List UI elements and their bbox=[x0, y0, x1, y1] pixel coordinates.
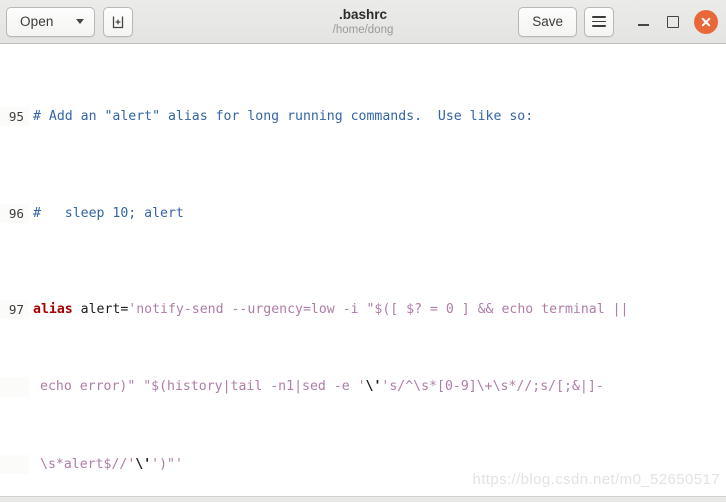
hamburger-menu-icon bbox=[592, 15, 606, 28]
line-content: # Add an "alert" alias for long running … bbox=[29, 107, 533, 126]
page-subtitle: /home/dong bbox=[332, 23, 394, 36]
header-bar: Open .bashrc /home/dong Save bbox=[0, 0, 726, 44]
line-content: # sleep 10; alert bbox=[29, 204, 184, 223]
line-content: \s*alert$//'\'')"' bbox=[29, 455, 183, 474]
open-button-group[interactable]: Open bbox=[6, 6, 96, 37]
minimize-button[interactable] bbox=[628, 7, 658, 37]
string-literal: ')"' bbox=[151, 456, 183, 472]
code-line: 95 # Add an "alert" alias for long runni… bbox=[0, 107, 726, 127]
alias-name: alert= bbox=[72, 302, 129, 318]
main-menu-button[interactable] bbox=[584, 6, 614, 37]
line-content: alias alert='notify-send --urgency=low -… bbox=[29, 300, 628, 319]
string-literal: 'notify-send --urgency=low -i "$([ $? = … bbox=[128, 302, 629, 318]
text-editor-window: Open .bashrc /home/dong Save 95 # Add an… bbox=[0, 0, 726, 502]
line-number: 96 bbox=[0, 203, 29, 223]
page-title: .bashrc bbox=[338, 6, 388, 22]
string-literal: \s*alert$//' bbox=[40, 456, 136, 472]
source-code-view[interactable]: 95 # Add an "alert" alias for long runni… bbox=[0, 44, 726, 502]
status-bar bbox=[0, 496, 726, 502]
save-button[interactable]: Save bbox=[518, 6, 577, 37]
close-button[interactable] bbox=[694, 9, 718, 34]
open-button[interactable]: Open bbox=[7, 8, 66, 36]
keyword-alias: alias bbox=[33, 302, 73, 318]
code-line: 96 # sleep 10; alert bbox=[0, 203, 726, 223]
line-number-blank: . bbox=[0, 454, 29, 474]
comment-text: # sleep 10; alert bbox=[33, 205, 184, 221]
escape-sequence: \' bbox=[365, 379, 382, 395]
comment-text: # Add an "alert" alias for long running … bbox=[33, 109, 534, 125]
new-document-icon bbox=[113, 16, 124, 28]
code-line-continuation: . \s*alert$//'\'')"' bbox=[0, 454, 726, 474]
maximize-button[interactable] bbox=[658, 7, 688, 37]
line-number: 97 bbox=[0, 300, 29, 320]
editor-area[interactable]: 95 # Add an "alert" alias for long runni… bbox=[0, 44, 726, 502]
line-content: echo error)" "$(history|tail -n1|sed -e … bbox=[29, 377, 604, 396]
header-right-controls: Save bbox=[518, 6, 720, 37]
string-literal: echo error)" "$(history|tail -n1|sed -e … bbox=[40, 379, 366, 395]
chevron-down-icon bbox=[76, 19, 85, 24]
escape-sequence: \' bbox=[135, 456, 152, 472]
line-number: 95 bbox=[0, 107, 29, 127]
header-left-controls: Open bbox=[6, 6, 134, 37]
code-line: 97 alias alert='notify-send --urgency=lo… bbox=[0, 300, 726, 320]
open-dropdown-button[interactable] bbox=[66, 8, 94, 36]
string-literal: 's/^\s*[0-9]\+\s*//;s/[;&|]- bbox=[381, 379, 604, 395]
code-line-continuation: . echo error)" "$(history|tail -n1|sed -… bbox=[0, 377, 726, 397]
new-document-button[interactable] bbox=[103, 6, 134, 37]
line-number-blank: . bbox=[0, 377, 29, 397]
